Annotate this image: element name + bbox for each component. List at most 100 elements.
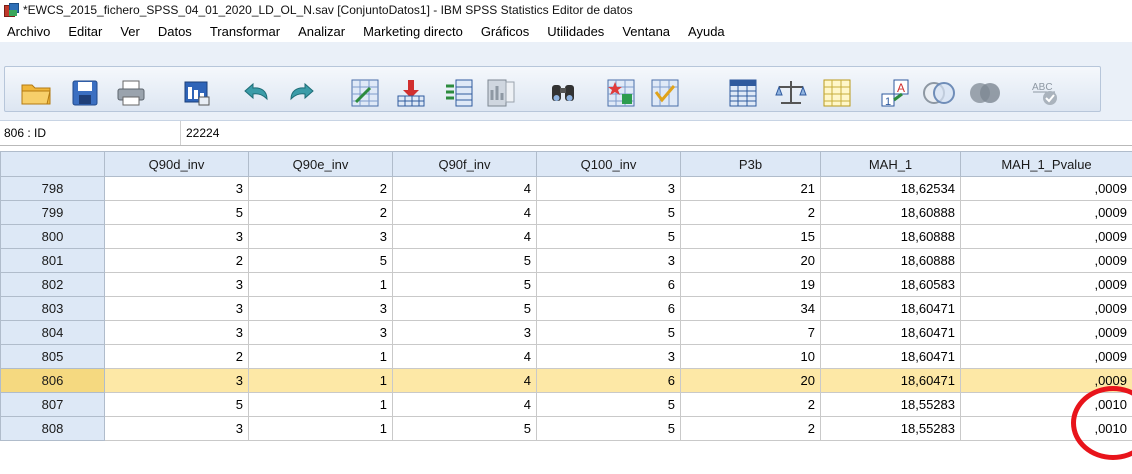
grid-cell[interactable]: 2	[104, 344, 249, 369]
grid-cell[interactable]: 18,60888	[820, 224, 961, 249]
menu-ventana[interactable]: Ventana	[615, 24, 681, 39]
grid-cell[interactable]: 18,62534	[820, 176, 961, 201]
row-number-cell[interactable]: 800	[0, 224, 105, 249]
show-all-variables-icon[interactable]	[966, 76, 1004, 110]
grid-cell[interactable]: 3	[104, 272, 249, 297]
grid-cell[interactable]: 1	[248, 344, 393, 369]
grid-cell[interactable]: 2	[680, 392, 821, 417]
grid-cell[interactable]: ,0009	[960, 344, 1132, 369]
grid-cell[interactable]: 5	[536, 416, 681, 441]
grid-cell[interactable]: ,0009	[960, 296, 1132, 321]
grid-cell[interactable]: ,0009	[960, 320, 1132, 345]
grid-cell[interactable]: 4	[392, 224, 537, 249]
grid-cell[interactable]: ,0009	[960, 200, 1132, 225]
grid-cell[interactable]: 5	[536, 224, 681, 249]
grid-cell[interactable]: 1	[248, 392, 393, 417]
grid-cell[interactable]: 5	[248, 248, 393, 273]
grid-cell[interactable]: 5	[392, 296, 537, 321]
grid-cell[interactable]: 15	[680, 224, 821, 249]
grid-cell[interactable]: 3	[536, 248, 681, 273]
grid-cell[interactable]: 3	[536, 176, 681, 201]
goto-case-icon[interactable]	[346, 76, 384, 110]
grid-cell[interactable]: 5	[392, 416, 537, 441]
menu-transformar[interactable]: Transformar	[203, 24, 291, 39]
grid-cell[interactable]: 34	[680, 296, 821, 321]
menu-ayuda[interactable]: Ayuda	[681, 24, 736, 39]
row-number-cell[interactable]: 801	[0, 248, 105, 273]
cell-value-editor[interactable]: 22224	[186, 126, 219, 140]
grid-cell[interactable]: 18,60471	[820, 320, 961, 345]
weight-cases-icon[interactable]	[772, 76, 810, 110]
grid-cell[interactable]: 2	[680, 416, 821, 441]
grid-cell[interactable]: ,0009	[960, 176, 1132, 201]
insert-variable-icon[interactable]	[646, 76, 684, 110]
grid-cell[interactable]: 1	[248, 272, 393, 297]
grid-corner[interactable]	[0, 151, 105, 177]
grid-cell[interactable]: 18,60888	[820, 200, 961, 225]
grid-cell[interactable]: ,0009	[960, 272, 1132, 297]
grid-cell[interactable]: 5	[536, 320, 681, 345]
row-number-cell[interactable]: 799	[0, 200, 105, 225]
grid-cell[interactable]: 18,60888	[820, 248, 961, 273]
row-number-cell[interactable]: 798	[0, 176, 105, 201]
grid-cell[interactable]: 1	[248, 368, 393, 393]
column-header-q90e-inv[interactable]: Q90e_inv	[248, 151, 393, 177]
grid-cell[interactable]: 5	[392, 248, 537, 273]
goto-variable-icon[interactable]	[392, 76, 430, 110]
variables-icon[interactable]	[440, 76, 478, 110]
menu-archivo[interactable]: Archivo	[0, 24, 61, 39]
grid-cell[interactable]: 3	[248, 296, 393, 321]
column-header-q90f-inv[interactable]: Q90f_inv	[392, 151, 537, 177]
select-cases-icon[interactable]	[818, 76, 856, 110]
grid-cell[interactable]: 4	[392, 176, 537, 201]
grid-cell[interactable]: 20	[680, 368, 821, 393]
split-file-icon[interactable]	[724, 76, 762, 110]
use-variable-sets-icon[interactable]	[920, 76, 958, 110]
grid-cell[interactable]: 18,60471	[820, 296, 961, 321]
grid-cell[interactable]: 6	[536, 368, 681, 393]
row-number-cell[interactable]: 808	[0, 416, 105, 441]
grid-cell[interactable]: 4	[392, 392, 537, 417]
grid-cell[interactable]: 5	[104, 200, 249, 225]
column-header-mah-1[interactable]: MAH_1	[820, 151, 961, 177]
grid-cell[interactable]: 3	[104, 416, 249, 441]
undo-icon[interactable]	[238, 76, 276, 110]
grid-cell[interactable]: 4	[392, 344, 537, 369]
grid-cell[interactable]: ,0010	[960, 416, 1132, 441]
grid-cell[interactable]: 19	[680, 272, 821, 297]
grid-cell[interactable]: 20	[680, 248, 821, 273]
grid-cell[interactable]: ,0009	[960, 368, 1132, 393]
run-descriptives-icon[interactable]	[482, 76, 520, 110]
grid-cell[interactable]: 18,60583	[820, 272, 961, 297]
grid-cell[interactable]: 2	[104, 248, 249, 273]
redo-icon[interactable]	[282, 76, 320, 110]
grid-cell[interactable]: 3	[104, 224, 249, 249]
menu-ver[interactable]: Ver	[113, 24, 151, 39]
row-number-cell[interactable]: 802	[0, 272, 105, 297]
column-header-q100-inv[interactable]: Q100_inv	[536, 151, 681, 177]
grid-cell[interactable]: 3	[104, 296, 249, 321]
grid-cell[interactable]: 1	[248, 416, 393, 441]
grid-cell[interactable]: 3	[104, 176, 249, 201]
grid-cell[interactable]: 5	[536, 392, 681, 417]
grid-cell[interactable]: 21	[680, 176, 821, 201]
grid-cell[interactable]: 3	[104, 368, 249, 393]
grid-cell[interactable]: 3	[104, 320, 249, 345]
grid-cell[interactable]: ,0009	[960, 248, 1132, 273]
row-number-cell[interactable]: 805	[0, 344, 105, 369]
grid-cell[interactable]: 3	[248, 224, 393, 249]
grid-cell[interactable]: ,0009	[960, 224, 1132, 249]
grid-cell[interactable]: ,0010	[960, 392, 1132, 417]
menu-graficos[interactable]: Gráficos	[474, 24, 540, 39]
menu-utilidades[interactable]: Utilidades	[540, 24, 615, 39]
grid-cell[interactable]: 3	[392, 320, 537, 345]
print-icon[interactable]	[112, 76, 150, 110]
grid-cell[interactable]: 10	[680, 344, 821, 369]
open-folder-icon[interactable]	[18, 76, 56, 110]
column-header-q90d-inv[interactable]: Q90d_inv	[104, 151, 249, 177]
menu-marketing-directo[interactable]: Marketing directo	[356, 24, 474, 39]
row-number-cell[interactable]: 807	[0, 392, 105, 417]
save-icon[interactable]	[66, 76, 104, 110]
menu-datos[interactable]: Datos	[151, 24, 203, 39]
column-header-p3b[interactable]: P3b	[680, 151, 821, 177]
